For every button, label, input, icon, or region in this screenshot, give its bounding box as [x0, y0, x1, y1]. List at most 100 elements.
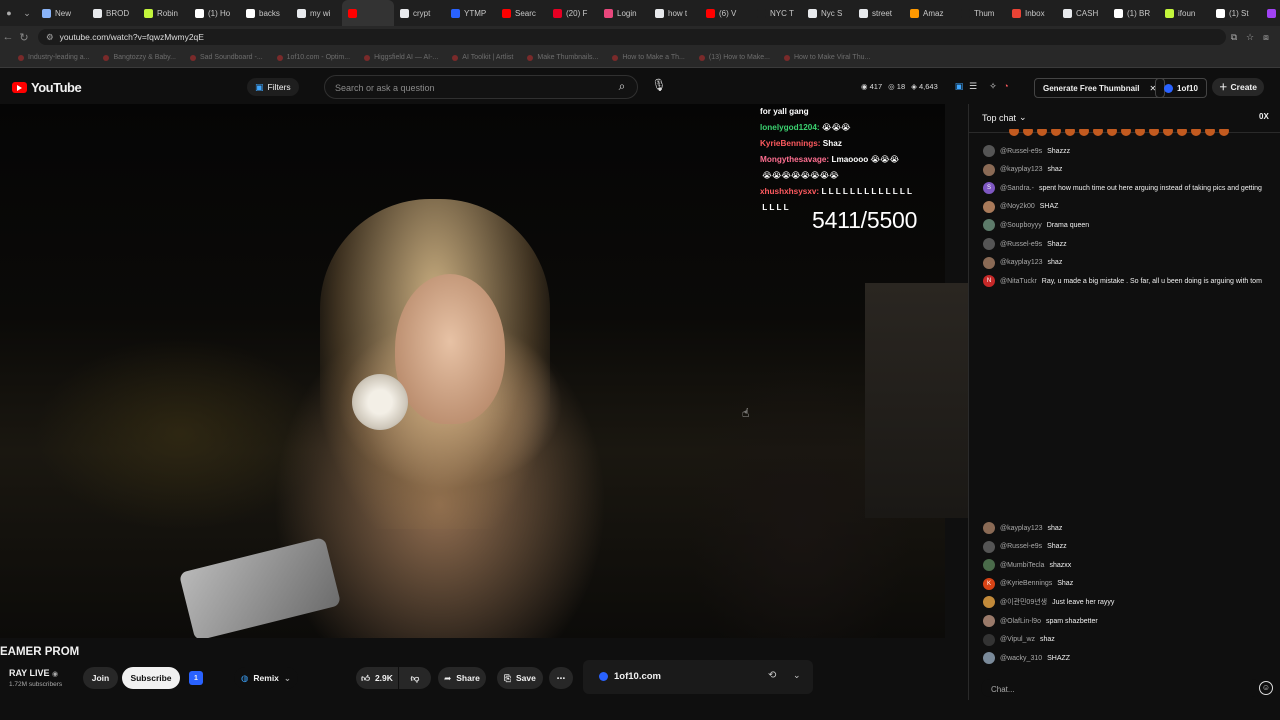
browser-tab[interactable]: Login: [598, 0, 649, 26]
avatar[interactable]: [983, 633, 995, 646]
chat-message[interactable]: @MumbiTecla shazxx: [983, 556, 1279, 574]
bookmark-item[interactable]: 1of10.com - Optim...: [276, 54, 350, 61]
browser-tab[interactable]: (20) F: [547, 0, 598, 26]
avatar[interactable]: [983, 163, 995, 176]
search-input[interactable]: [333, 80, 607, 96]
chat-username[interactable]: @wacky_310: [1000, 655, 1042, 662]
puzzle-icon[interactable]: ✧: [987, 81, 999, 93]
avatar[interactable]: K: [983, 577, 995, 590]
window-menu-icon[interactable]: ●: [0, 0, 18, 26]
browser-tab[interactable]: crypt: [394, 0, 445, 26]
back-icon[interactable]: ←: [0, 31, 16, 43]
install-icon[interactable]: ⧉: [1226, 32, 1242, 43]
extensions-icon[interactable]: ⧈: [1258, 32, 1274, 43]
avatar[interactable]: [983, 200, 995, 213]
avatar[interactable]: [983, 615, 995, 627]
subscribe-button[interactable]: Subscribe: [122, 667, 180, 689]
browser-tab[interactable]: [342, 0, 394, 26]
chat-message[interactable]: @wacky_310 SHAZZ: [983, 649, 1279, 667]
oneof10-widget[interactable]: 1of10.com ⟲ ⌄: [583, 660, 813, 694]
microphone-icon[interactable]: 🎙: [651, 78, 667, 96]
more-actions-button[interactable]: ⋯: [549, 667, 573, 689]
chat-message[interactable]: @Russel-e9s Shazzz: [983, 142, 1279, 160]
chat-message[interactable]: @Vipul_wz shaz: [983, 631, 1279, 649]
join-button[interactable]: Join: [83, 667, 118, 689]
chat-username[interactable]: @이관민09년생: [1000, 597, 1047, 607]
browser-tab[interactable]: New: [36, 0, 87, 26]
browser-tab[interactable]: (1) St: [1210, 0, 1261, 26]
browser-tab[interactable]: Robin: [138, 0, 189, 26]
chat-message[interactable]: @OlafLin-l9o spam shazbetter: [983, 612, 1279, 630]
browser-tab[interactable]: (1) BR: [1108, 0, 1159, 26]
bookmark-item[interactable]: AI Toolkit | Artlist: [452, 54, 513, 61]
channel-name[interactable]: RAY LIVE ◉: [9, 668, 58, 678]
avatar[interactable]: [983, 145, 995, 157]
share-button[interactable]: ➦ Share: [438, 667, 486, 689]
emoji-picker-icon[interactable]: ☺: [1259, 681, 1273, 695]
notification-icon[interactable]: ◔: [1000, 81, 1012, 93]
remix-button[interactable]: ◍ Remix ⌄: [234, 667, 298, 689]
chat-message[interactable]: @Russel-e9s Shazz: [983, 538, 1279, 556]
bookmark-item[interactable]: Make Thumbnails...: [527, 54, 598, 61]
chat-username[interactable]: @MumbiTecla: [1000, 562, 1044, 569]
browser-tab[interactable]: Searc: [496, 0, 547, 26]
browser-tab[interactable]: backs: [240, 0, 291, 26]
chat-username[interactable]: @KyrieBennings: [1000, 580, 1052, 587]
bookmark-item[interactable]: Industry-leading a...: [18, 54, 89, 61]
extension-icon[interactable]: ▣: [953, 81, 965, 93]
chat-username[interactable]: @Noy2k00: [1000, 203, 1035, 210]
browser-tab[interactable]: ifoun: [1159, 0, 1210, 26]
refresh-icon[interactable]: ⟲: [768, 670, 776, 681]
bookmark-item[interactable]: How to Make Viral Thu...: [783, 54, 870, 61]
avatar[interactable]: [983, 559, 995, 572]
chat-username[interactable]: @kayplay123: [1000, 259, 1043, 266]
chat-username[interactable]: @Sandra.-: [1000, 185, 1034, 192]
avatar[interactable]: [983, 238, 995, 250]
oneof10-badge-icon[interactable]: 1: [189, 671, 203, 685]
chat-username[interactable]: @Russel-e9s: [1000, 148, 1042, 155]
oneof10-button[interactable]: 1of10: [1155, 78, 1207, 98]
chat-message[interactable]: K @KyrieBennings Shaz: [983, 575, 1279, 593]
chat-message[interactable]: @이관민09년생 Just leave her rayyy: [983, 593, 1279, 611]
chat-username[interactable]: @kayplay123: [1000, 525, 1043, 532]
browser-tab[interactable]: YTMP: [445, 0, 496, 26]
chat-username[interactable]: @NitaTuckr: [1000, 278, 1037, 285]
chat-username[interactable]: @Soupboyyy: [1000, 222, 1042, 229]
bookmark-item[interactable]: How to Make a Th...: [612, 54, 685, 61]
chat-input[interactable]: [989, 681, 1233, 697]
browser-tab[interactable]: NYC T: [751, 0, 802, 26]
bookmark-star-icon[interactable]: ☆: [1242, 32, 1258, 43]
browser-tab[interactable]: (6) V: [700, 0, 751, 26]
avatar[interactable]: [983, 596, 995, 609]
avatar[interactable]: N: [983, 275, 995, 288]
bookmark-item[interactable]: (13) How to Make...: [698, 54, 770, 61]
reload-icon[interactable]: ↻: [16, 31, 32, 44]
browser-tab[interactable]: Nyc S: [802, 0, 853, 26]
top-chat-dropdown[interactable]: Top chat ⌄: [982, 112, 1027, 123]
video-player[interactable]: for yall gang lonelygod1204: 😭😭😭 KyrieBen…: [0, 104, 945, 638]
chat-message[interactable]: @kayplay123 shaz: [983, 519, 1279, 537]
browser-tab[interactable]: BROD: [87, 0, 138, 26]
browser-tab[interactable]: CASH: [1057, 0, 1108, 26]
chat-message[interactable]: @Soupboyyy Drama queen: [983, 216, 1279, 234]
like-button[interactable]: 👍︎ 2.9K: [356, 667, 398, 689]
chat-message[interactable]: N @NitaTuckr Ray, u made a big mistake . S…: [983, 272, 1279, 290]
avatar[interactable]: [983, 219, 995, 232]
avatar[interactable]: [983, 522, 995, 534]
youtube-logo[interactable]: YouTube: [12, 80, 82, 95]
browser-tab[interactable]: (1) Ho: [189, 0, 240, 26]
avatar[interactable]: S: [983, 182, 995, 195]
browser-tab[interactable]: how t: [649, 0, 700, 26]
chat-message[interactable]: @Russel-e9s Shazz: [983, 235, 1279, 253]
avatar[interactable]: [983, 256, 995, 269]
generate-thumbnail-button[interactable]: Generate Free Thumbnail ✕: [1034, 78, 1166, 98]
browser-tab[interactable]: Amaz: [904, 0, 955, 26]
bookmark-item[interactable]: Sad Soundboard -...: [190, 54, 263, 61]
bookmark-item[interactable]: Higgsfield AI — AI-...: [364, 54, 438, 61]
url-field[interactable]: ⚙ youtube.com/watch?v=fqwzMwmy2qE: [38, 29, 1226, 45]
chat-message[interactable]: @Noy2k00 SHAZ: [983, 198, 1279, 216]
chat-username[interactable]: @kayplay123: [1000, 166, 1043, 173]
dislike-button[interactable]: 👎︎: [399, 667, 431, 689]
avatar[interactable]: [983, 540, 995, 553]
search-icon[interactable]: ⌕: [614, 79, 630, 95]
